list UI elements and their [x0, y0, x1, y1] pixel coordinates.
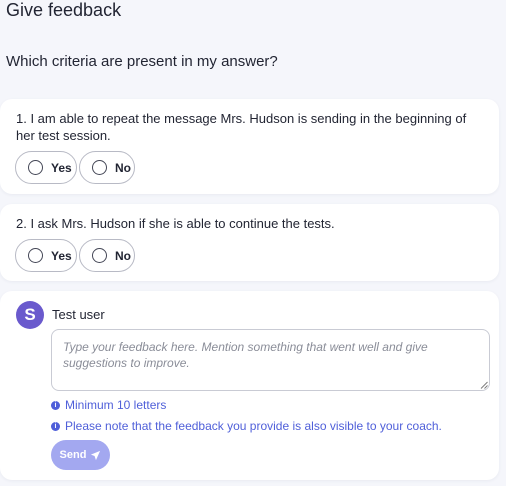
send-label: Send [59, 449, 87, 461]
page-title: Give feedback [6, 0, 122, 20]
hint-text: Please note that the feedback you provid… [65, 419, 442, 433]
info-icon: i [51, 421, 60, 431]
question-card-2: 2. I ask Mrs. Hudson if she is able to c… [0, 204, 499, 281]
avatar: S [16, 301, 44, 329]
question-text: 2. I ask Mrs. Hudson if she is able to c… [16, 216, 335, 231]
min-letters-hint: i Minimum 10 letters [51, 398, 166, 412]
radio-icon[interactable] [28, 160, 43, 175]
question-text: 1. I am able to repeat the message Mrs. … [16, 111, 467, 143]
hint-text: Minimum 10 letters [65, 398, 167, 412]
option-yes[interactable]: Yes [15, 239, 77, 272]
resize-handle-icon[interactable] [480, 381, 488, 389]
radio-icon[interactable] [28, 248, 43, 263]
question-heading: Which criteria are present in my answer? [6, 53, 278, 70]
send-button[interactable]: Send [51, 440, 110, 470]
radio-icon[interactable] [92, 248, 107, 263]
option-label: No [115, 160, 131, 175]
feedback-card: S Test user i Minimum 10 letters i Pleas… [0, 291, 499, 480]
option-label: Yes [51, 248, 72, 263]
visibility-hint: i Please note that the feedback you prov… [51, 419, 442, 433]
option-label: No [115, 248, 131, 263]
info-icon: i [51, 400, 60, 410]
option-label: Yes [51, 160, 72, 175]
question-card-1: 1. I am able to repeat the message Mrs. … [0, 99, 499, 194]
user-name: Test user [52, 307, 105, 322]
radio-icon[interactable] [92, 160, 107, 175]
option-no[interactable]: No [79, 151, 135, 184]
option-yes[interactable]: Yes [15, 151, 77, 184]
send-icon [91, 450, 101, 460]
feedback-textarea[interactable] [51, 329, 490, 391]
option-no[interactable]: No [79, 239, 135, 272]
